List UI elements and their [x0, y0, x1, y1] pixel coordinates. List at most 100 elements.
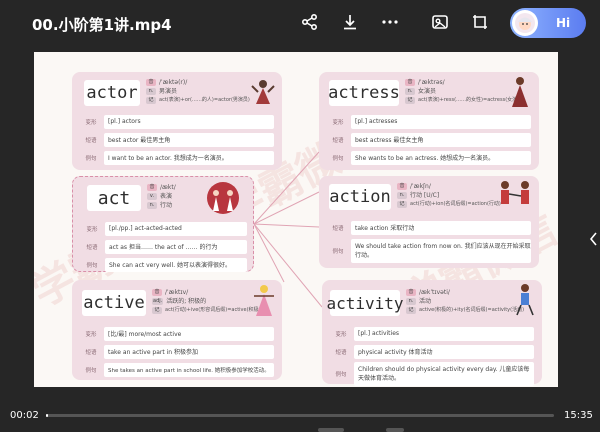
row-label: 例句	[335, 372, 347, 378]
top-bar: 00.小阶第1讲.mp4 Hi	[0, 0, 600, 46]
actress-tag-phonetic: 音	[405, 79, 415, 86]
current-time: 00:02	[10, 410, 39, 421]
card-act: act 音/ækt/ v. 表演 n. 行动 变形 [pl./pp.] act-act…	[72, 176, 254, 272]
vocabulary-page: 学霸微信 学霸微信 学霸微信 actor 音/ˈæktə(r)/ n.男演员 记…	[34, 52, 558, 387]
row-label: 例句	[85, 367, 97, 374]
row-label: 例句	[86, 262, 98, 269]
action-info: 音/ˈækʃn/ n. 行动 [U/C] 记 act(行动)+ion(名词后缀)=a…	[397, 182, 501, 209]
act-tag-n: n.	[147, 202, 157, 209]
act-pos-v: 表演	[160, 193, 173, 200]
actor-detail-rows: 变形 [pl.] actors 短语 best actor 最佳男主角 例句 I wa…	[78, 114, 274, 168]
bottom-handle[interactable]	[318, 428, 344, 432]
active-phonetic: /ˈæktɪv/	[165, 289, 189, 296]
actress-tag-n: n.	[405, 88, 415, 95]
row-label: 短语	[335, 349, 347, 356]
row-value: We should take action from now on. 我们应该从…	[351, 239, 531, 263]
crop-icon[interactable]	[468, 10, 492, 34]
screen-cast-icon[interactable]	[428, 10, 452, 34]
more-icon[interactable]	[378, 10, 402, 34]
action-phonetic: /ˈækʃn/	[410, 183, 431, 190]
word-action: action	[329, 184, 391, 210]
active-illustration-icon	[254, 285, 274, 316]
act-info: 音/ækt/ v. 表演 n. 行动	[147, 183, 176, 210]
actor-pos: 男演员	[159, 88, 178, 95]
row-label: 变形	[332, 119, 344, 126]
activity-formula: active(积极的)+ity(名词后缀)=activity(活动)	[419, 307, 525, 313]
activity-tag-phonetic: 音	[406, 289, 416, 296]
row-label: 变形	[86, 226, 98, 233]
word-actor: actor	[84, 80, 140, 106]
row-value: Children should do physical activity eve…	[354, 362, 534, 386]
bottom-handle[interactable]	[386, 428, 404, 432]
video-player: 00.小阶第1讲.mp4 Hi 学霸微信 学霸微信 学霸微信	[0, 0, 600, 432]
actor-phonetic: /ˈæktə(r)/	[159, 79, 188, 86]
action-illustration-icon	[501, 181, 529, 204]
row-label: 例句	[85, 155, 97, 162]
act-tag-v: v.	[147, 193, 157, 200]
row-value: [pl.] actors	[104, 114, 274, 129]
card-actress: actress 音/ˈæktrəs/ n. 女演员 记 act(表演)+ress(……	[319, 72, 539, 170]
row-label: 例句	[332, 155, 344, 162]
row-value: physical activity 体育活动	[354, 344, 534, 359]
word-act: act	[87, 185, 141, 211]
row-label: 短语	[85, 349, 97, 356]
act-tag-phonetic: 音	[147, 184, 157, 191]
row-value: [pl.] activities	[354, 326, 534, 341]
actress-illustration-icon	[512, 77, 528, 107]
actress-pos: 女演员	[418, 88, 437, 95]
seek-bar[interactable]	[46, 414, 554, 417]
assistant-button[interactable]: Hi	[510, 8, 586, 38]
row-value: [pl./pp.] act-acted-acted	[105, 221, 247, 236]
row-value: take an active part in 积极参加	[104, 344, 274, 359]
action-tag-phonetic: 音	[397, 183, 407, 190]
row-label: 变形	[335, 331, 347, 338]
actor-tag-n: n.	[146, 88, 156, 95]
row-label: 短语	[85, 137, 97, 144]
action-tag-root: 记	[397, 201, 407, 208]
card-actor: actor 音/ˈæktə(r)/ n. 男演员 记 act(表演)+or(……的人…	[72, 72, 282, 170]
actor-tag-phonetic: 音	[146, 79, 156, 86]
row-value: act as 担当…… the act of …… 的行为	[105, 239, 247, 254]
row-value: best actress 最佳女主角	[351, 132, 531, 147]
side-expand-icon[interactable]	[589, 232, 600, 256]
activity-info: 音/ækˈtɪvəti/ n. 活动 记 active(积极的)+ity(名词后缀)…	[406, 288, 524, 315]
active-pos: 活跃的; 积极的	[166, 298, 207, 305]
row-label: 短语	[86, 244, 98, 251]
activity-tag-n: n.	[406, 298, 416, 305]
assistant-label: Hi	[556, 16, 571, 30]
download-icon[interactable]	[338, 10, 362, 34]
activity-phonetic: /ækˈtɪvəti/	[419, 289, 450, 296]
card-action: action 音/ˈækʃn/ n. 行动 [U/C] 记 act(行动)+ion(…	[319, 176, 539, 268]
word-active: active	[82, 290, 146, 316]
action-formula: act(行动)+ion(名词后缀)=action(行动)	[410, 201, 501, 207]
word-actress: actress	[328, 80, 400, 106]
video-title: 00.小阶第1讲.mp4	[32, 16, 172, 34]
activity-pos: 活动	[419, 298, 432, 305]
active-tag-root: 记	[152, 307, 162, 314]
activity-illustration-icon	[516, 284, 534, 316]
share-icon[interactable]	[298, 10, 322, 34]
total-time: 15:35	[564, 410, 593, 421]
act-pos-n: 行动	[160, 202, 173, 209]
actor-illustration-icon	[251, 80, 275, 104]
word-activity: activity	[326, 290, 404, 316]
act-phonetic: /ækt/	[160, 184, 176, 191]
row-label: 例句	[332, 249, 344, 255]
row-value: best actor 最佳男主角	[104, 132, 274, 147]
row-value: I want to be an actor. 我想成为一名演员。	[104, 150, 274, 165]
actor-tag-root: 记	[146, 97, 156, 104]
actor-info: 音/ˈæktə(r)/ n. 男演员 记 act(表演)+or(……的人)=acto…	[146, 78, 250, 105]
actress-phonetic: /ˈæktrəs/	[418, 79, 445, 86]
card-activity: activity 音/ækˈtɪvəti/ n. 活动 记 active(积极的)+…	[322, 280, 542, 386]
row-value: [比/最] more/most active	[104, 326, 274, 341]
row-value: [pl.] actresses	[351, 114, 531, 129]
active-info: 音/ˈæktɪv/ adj. 活跃的; 积极的 记 act(行动)+ive(形容词后…	[152, 288, 265, 315]
card-active: active 音/ˈæktɪv/ adj. 活跃的; 积极的 记 act(行动)+i…	[72, 280, 282, 380]
row-label: 变形	[85, 331, 97, 338]
assistant-avatar-icon	[512, 10, 538, 36]
row-value: take action 采取行动	[351, 220, 531, 235]
active-detail-rows: 变形 [比/最] more/most active 短语 take an activ…	[78, 326, 274, 380]
actress-tag-root: 记	[405, 97, 415, 104]
activity-tag-root: 记	[406, 307, 416, 314]
act-illustration-icon	[207, 182, 239, 214]
